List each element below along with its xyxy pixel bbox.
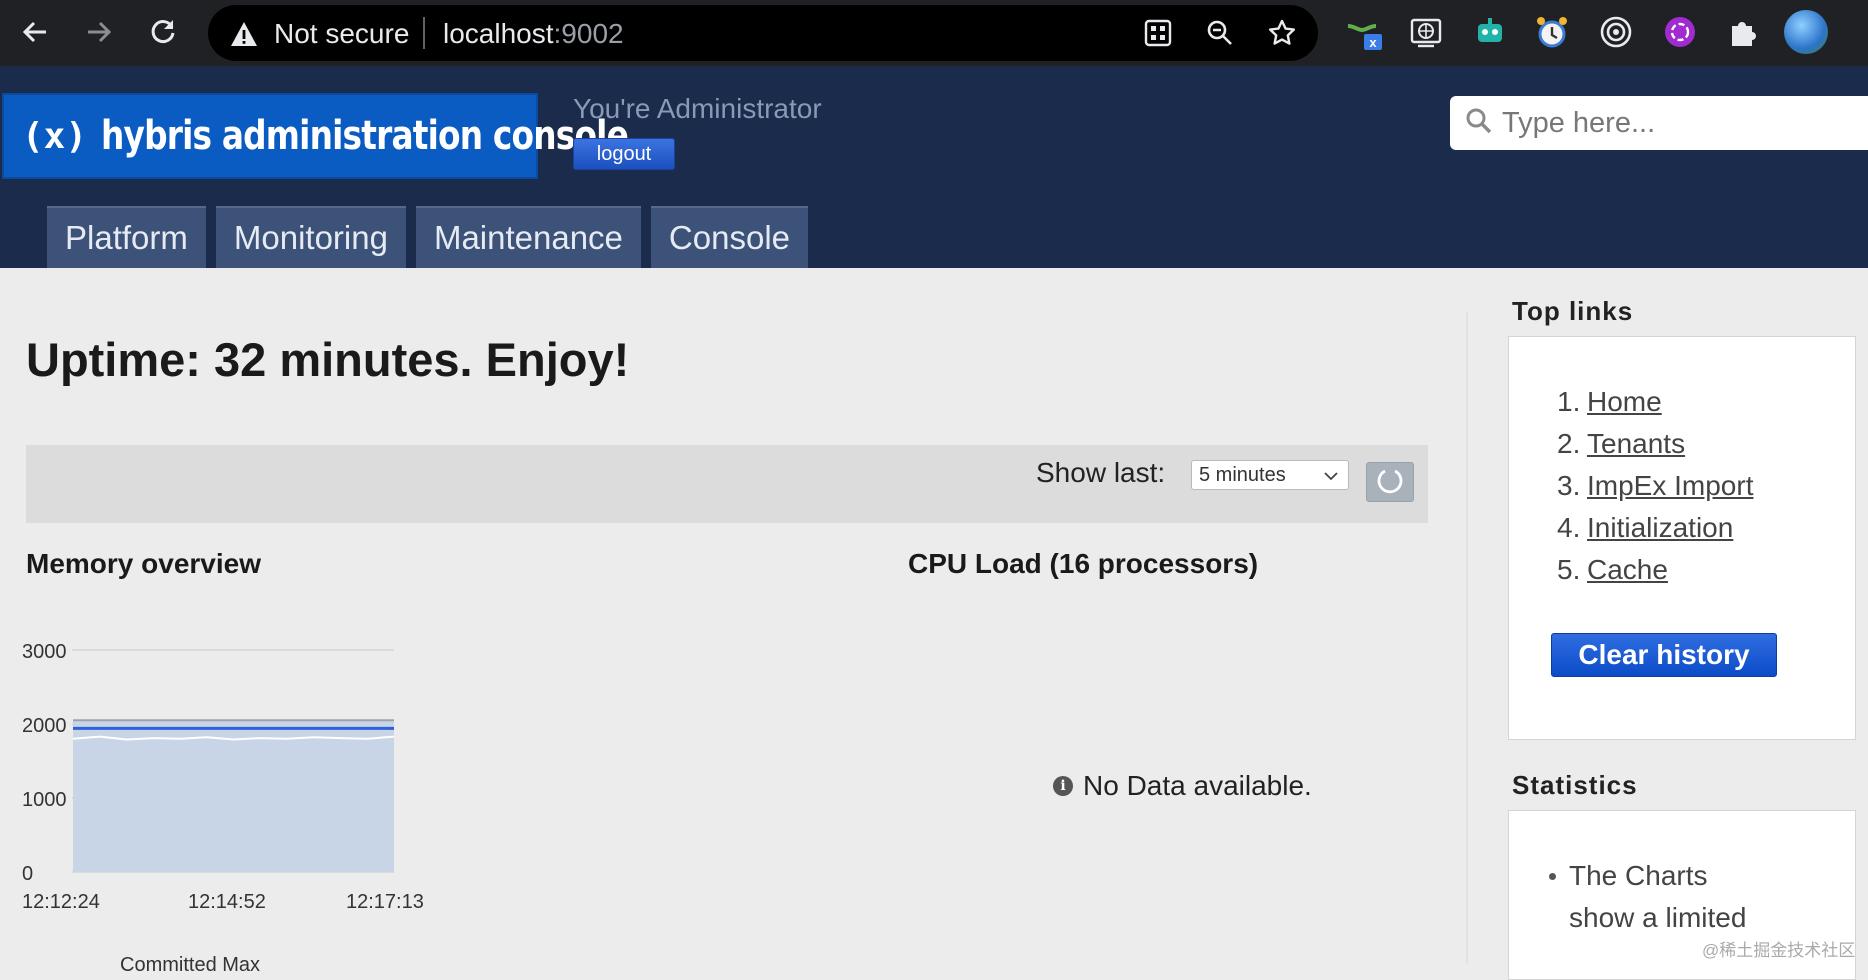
top-link-home-label[interactable]: Home [1587,381,1662,423]
memory-overview-title: Memory overview [26,548,261,579]
top-link-tenants-label[interactable]: Tenants [1587,423,1685,465]
extension-glasses-icon[interactable]: x [1344,12,1384,52]
url-port: :9002 [553,18,624,49]
statistics-text: The Charts show a limited [1569,860,1747,933]
extension-target-icon[interactable] [1596,12,1636,52]
menu-platform[interactable]: Platform [47,206,206,268]
url-separator [423,17,425,49]
y-tick-label: 0 [22,863,33,885]
show-last-label: Show last: [1036,457,1166,488]
statistics-list: The Charts show a limited [1549,855,1769,939]
forward-icon[interactable] [76,9,122,55]
top-link-number: 5. [1557,554,1581,585]
menu-monitoring[interactable]: Monitoring [215,206,406,268]
list-bullet [1549,873,1556,880]
top-link-impex-label[interactable]: ImpEx Import [1587,465,1753,507]
back-icon[interactable] [12,9,58,55]
x-tick-label: 12:14:52 [188,891,266,913]
refresh-icon [1375,465,1405,500]
top-link-cache-label[interactable]: Cache [1587,549,1668,591]
extension-robot-icon[interactable] [1470,12,1510,52]
url-host: localhost [443,18,554,49]
top-links-title: Top links [1512,296,1634,326]
security-label[interactable]: Not secure [274,18,409,50]
top-link-initialization: 4. Initialization [1557,507,1753,549]
time-filter-bar: Show last: 5 minutes [26,445,1428,523]
logout-button[interactable]: logout [573,138,675,170]
profile-avatar[interactable] [1784,10,1828,54]
watermark: @稀土掘金技术社区 [1702,941,1856,960]
top-links-list: 1. Home 2. Tenants 3. ImpEx Import 4. Initia… [1557,381,1753,591]
current-user-label: You're Administrator [573,93,822,124]
memory-chart-legend: Committed Max [120,954,261,976]
cpu-load-title: CPU Load (16 processors) [908,548,1259,579]
extensions-puzzle-icon[interactable] [1722,12,1762,52]
time-range-value: 5 minutes [1199,463,1286,486]
extension-globe-icon[interactable] [1406,12,1446,52]
reload-icon[interactable] [140,9,186,55]
extension-alarm-clock-icon[interactable] [1532,12,1572,52]
extension-badge: x [1369,35,1377,50]
top-link-impex-import: 3. ImpEx Import [1557,465,1753,507]
top-link-home: 1. Home [1557,381,1753,423]
y-tick-label: 2000 [22,715,67,737]
y-tick-label: 3000 [22,641,67,663]
menu-maintenance[interactable]: Maintenance [415,206,641,268]
search-box [1450,96,1868,150]
zoom-icon[interactable] [1204,17,1236,49]
address-bar[interactable]: Not secure localhost:9002 [208,5,1318,61]
top-link-cache: 5. Cache [1557,549,1753,591]
url-text[interactable]: localhost:9002 [443,18,624,50]
info-icon: i [1053,776,1073,796]
no-data-text: No Data available. [1083,770,1312,801]
column-divider [1466,312,1468,964]
x-tick-label: 12:17:13 [346,891,424,913]
warning-icon [230,21,258,52]
menu-console[interactable]: Console [650,206,808,268]
logo-text: hybris administration console [101,113,629,159]
memory-area [73,720,394,872]
main-menu: Platform Monitoring Maintenance Console [47,206,808,268]
x-tick-label: 12:12:24 [22,891,100,913]
top-link-number: 3. [1557,470,1581,501]
top-links-box: 1. Home 2. Tenants 3. ImpEx Import 4. Initia… [1508,336,1856,740]
clear-history-button[interactable]: Clear history [1551,633,1777,677]
browser-toolbar: Not secure localhost:9002 x [0,0,1868,66]
chevron-down-icon [1322,467,1340,491]
top-link-number: 4. [1557,512,1581,543]
hac-logo[interactable]: (x) hybris administration console [2,93,629,179]
top-link-initialization-label[interactable]: Initialization [1587,507,1733,549]
y-tick-label: 1000 [22,789,67,811]
top-link-number: 2. [1557,428,1581,459]
top-link-number: 1. [1557,386,1581,417]
search-input[interactable] [1502,104,1862,142]
uptime-heading: Uptime: 32 minutes. Enjoy! [26,333,630,386]
time-range-select[interactable]: 5 minutes [1191,460,1349,490]
memory-chart: 0 1000 2000 3000 12:12:24 12:14:52 12:17:13 [22,641,424,913]
search-icon [1464,106,1494,141]
hybris-logo-icon: (x) [22,115,88,157]
extension-purple-icon[interactable] [1660,12,1700,52]
cpu-no-data-message: i No Data available. [1053,770,1312,802]
hac-header: (x) hybris administration console You're… [0,66,1868,268]
app-grid-icon[interactable] [1142,17,1174,49]
refresh-button[interactable] [1366,462,1414,502]
statistics-title: Statistics [1512,770,1638,800]
bookmark-star-icon[interactable] [1266,17,1298,49]
top-link-tenants: 2. Tenants [1557,423,1753,465]
main-content: Uptime: 32 minutes. Enjoy! Show last: 5 … [0,268,1466,976]
